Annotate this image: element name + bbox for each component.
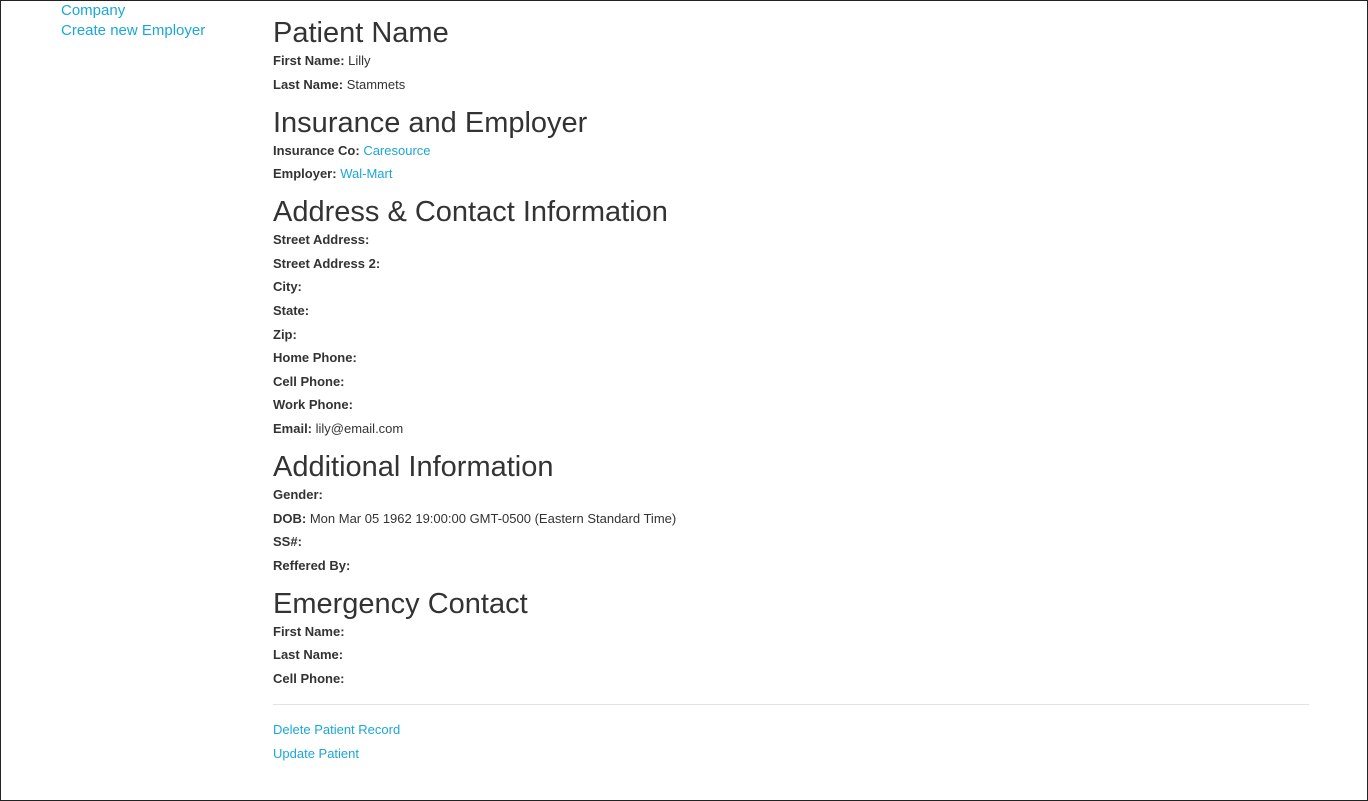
page-frame: Company Create new Employer Patient Name… <box>0 0 1368 801</box>
ssn-label: SS#: <box>273 534 302 550</box>
work-phone-row: Work Phone: <box>273 397 1309 413</box>
actions: Delete Patient Record Update Patient <box>273 722 1309 762</box>
sidebar-link-company[interactable]: Company <box>61 1 261 21</box>
email-value: lily@email.com <box>315 420 404 436</box>
emergency-cell-phone-row: Cell Phone: <box>273 671 1309 687</box>
patient-details: Patient Name First Name: Lilly Last Name… <box>273 13 1309 769</box>
sidebar-link-create-employer[interactable]: Create new Employer <box>61 21 261 41</box>
cell-phone-row: Cell Phone: <box>273 374 1309 390</box>
email-row: Email: lily@email.com <box>273 421 1309 437</box>
last-name-row: Last Name: Stammets <box>273 77 1309 93</box>
employer-row: Employer: Wal-Mart <box>273 166 1309 182</box>
employer-link[interactable]: Wal-Mart <box>340 166 392 181</box>
divider <box>273 703 1309 705</box>
home-phone-label: Home Phone: <box>273 350 357 366</box>
insurance-row: Insurance Co: Caresource <box>273 143 1309 159</box>
emergency-last-name-row: Last Name: <box>273 647 1309 663</box>
additional-info-heading: Additional Information <box>273 450 554 483</box>
emergency-first-name-label: First Name: <box>273 623 345 639</box>
gender-row: Gender: <box>273 487 1309 503</box>
work-phone-label: Work Phone: <box>273 397 353 413</box>
insurance-link[interactable]: Caresource <box>363 143 430 158</box>
ssn-row: SS#: <box>273 534 1309 550</box>
street-address-2-row: Street Address 2: <box>273 256 1309 272</box>
home-phone-row: Home Phone: <box>273 350 1309 366</box>
address-section: Address & Contact Information Street Add… <box>273 192 1309 437</box>
street-address-2-label: Street Address 2: <box>273 255 381 271</box>
update-patient-link[interactable]: Update Patient <box>273 746 1309 762</box>
sidebar: Company Create new Employer <box>61 1 261 41</box>
additional-info-section: Additional Information Gender: DOB: Mon … <box>273 447 1309 574</box>
city-row: City: <box>273 279 1309 295</box>
emergency-cell-phone-label: Cell Phone: <box>273 670 345 686</box>
city-label: City: <box>273 279 302 295</box>
insurance-label: Insurance Co: <box>273 142 360 158</box>
state-row: State: <box>273 303 1309 319</box>
dob-value: Mon Mar 05 1962 19:00:00 GMT-0500 (Easte… <box>309 510 677 526</box>
emergency-contact-section: Emergency Contact First Name: Last Name:… <box>273 584 1309 687</box>
email-label: Email: <box>273 420 313 436</box>
emergency-contact-heading: Emergency Contact <box>273 587 528 620</box>
emergency-last-name-label: Last Name: <box>273 647 344 663</box>
last-name-value: Stammets <box>346 76 406 92</box>
zip-row: Zip: <box>273 327 1309 343</box>
patient-name-section: Patient Name First Name: Lilly Last Name… <box>273 13 1309 93</box>
first-name-label: First Name: <box>273 53 345 68</box>
last-name-label: Last Name: <box>273 76 344 92</box>
dob-label: DOB: <box>273 510 307 526</box>
employer-label: Employer: <box>273 166 337 182</box>
referred-by-label: Reffered By: <box>273 557 351 573</box>
cell-phone-label: Cell Phone: <box>273 373 345 389</box>
patient-name-heading: Patient Name <box>273 17 449 49</box>
zip-label: Zip: <box>273 326 297 342</box>
delete-patient-record-link[interactable]: Delete Patient Record <box>273 722 1309 738</box>
street-address-label: Street Address: <box>273 232 370 248</box>
address-heading: Address & Contact Information <box>273 196 668 229</box>
first-name-value: Lilly <box>348 53 371 68</box>
dob-row: DOB: Mon Mar 05 1962 19:00:00 GMT-0500 (… <box>273 511 1309 527</box>
street-address-row: Street Address: <box>273 232 1309 248</box>
insurance-section: Insurance and Employer Insurance Co: Car… <box>273 103 1309 183</box>
first-name-row: First Name: Lilly <box>273 53 1309 69</box>
emergency-first-name-row: First Name: <box>273 624 1309 640</box>
insurance-heading: Insurance and Employer <box>273 106 588 139</box>
state-label: State: <box>273 302 310 318</box>
referred-by-row: Reffered By: <box>273 558 1309 574</box>
gender-label: Gender: <box>273 486 323 502</box>
